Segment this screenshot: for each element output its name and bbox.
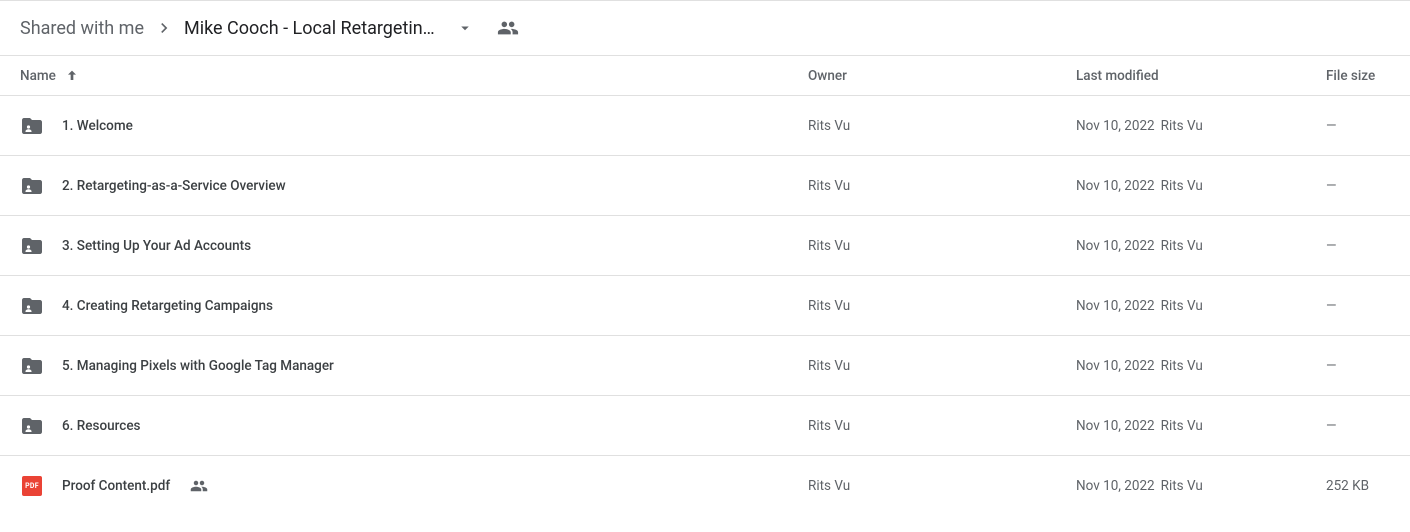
folder-row[interactable]: 6. ResourcesRits VuNov 10, 2022Rits Vu—: [0, 396, 1410, 456]
cell-owner: Rits Vu: [808, 418, 1076, 434]
cell-size: —: [1326, 298, 1390, 314]
file-name: 6. Resources: [62, 418, 141, 434]
modified-date: Nov 10, 2022: [1076, 298, 1155, 314]
cell-name: 2. Retargeting-as-a-Service Overview: [20, 174, 808, 198]
cell-owner: Rits Vu: [808, 298, 1076, 314]
breadcrumb-root[interactable]: Shared with me: [20, 18, 144, 39]
cell-name: 5. Managing Pixels with Google Tag Manag…: [20, 354, 808, 378]
cell-size: 252 KB: [1326, 478, 1390, 494]
cell-modified: Nov 10, 2022 Rits Vu: [1076, 298, 1326, 314]
cell-name: PDF Proof Content.pdf: [20, 474, 808, 498]
modified-date: Nov 10, 2022: [1076, 178, 1155, 194]
shared-folder-icon: [20, 294, 44, 318]
modified-by: Rits Vu: [1161, 118, 1203, 134]
file-name: 5. Managing Pixels with Google Tag Manag…: [62, 358, 334, 374]
cell-name: 3. Setting Up Your Ad Accounts: [20, 234, 808, 258]
modified-by: Rits Vu: [1161, 478, 1203, 494]
column-header-name-label: Name: [20, 68, 56, 84]
cell-owner: Rits Vu: [808, 178, 1076, 194]
column-header-owner[interactable]: Owner: [808, 68, 1076, 84]
file-row[interactable]: PDFProof Content.pdfRits VuNov 10, 2022R…: [0, 456, 1410, 516]
folder-row[interactable]: 1. WelcomeRits VuNov 10, 2022Rits Vu—: [0, 96, 1410, 156]
column-header-row: Name Owner Last modified File size: [0, 56, 1410, 96]
cell-owner: Rits Vu: [808, 118, 1076, 134]
modified-date: Nov 10, 2022: [1076, 478, 1155, 494]
shared-icon: [190, 477, 208, 495]
file-name: 1. Welcome: [62, 118, 133, 134]
file-name: 3. Setting Up Your Ad Accounts: [62, 238, 251, 254]
modified-date: Nov 10, 2022: [1076, 358, 1155, 374]
file-list: 1. WelcomeRits VuNov 10, 2022Rits Vu—2. …: [0, 96, 1410, 516]
column-header-size[interactable]: File size: [1326, 68, 1390, 84]
shared-folder-icon: [20, 354, 44, 378]
breadcrumb: Shared with me Mike Cooch - Local Retarg…: [0, 0, 1410, 56]
cell-size: —: [1326, 178, 1390, 194]
cell-modified: Nov 10, 2022 Rits Vu: [1076, 478, 1326, 494]
file-name: Proof Content.pdf: [62, 478, 170, 494]
arrow-up-icon: [64, 68, 80, 84]
cell-size: —: [1326, 358, 1390, 374]
folder-row[interactable]: 2. Retargeting-as-a-Service Overview Rits…: [0, 156, 1410, 216]
cell-owner: Rits Vu: [808, 238, 1076, 254]
folder-dropdown[interactable]: [451, 14, 479, 42]
cell-size: —: [1326, 238, 1390, 254]
modified-date: Nov 10, 2022: [1076, 238, 1155, 254]
cell-name: 1. Welcome: [20, 114, 808, 138]
modified-by: Rits Vu: [1161, 238, 1203, 254]
modified-date: Nov 10, 2022: [1076, 418, 1155, 434]
folder-row[interactable]: 3. Setting Up Your Ad AccountsRits VuNov…: [0, 216, 1410, 276]
file-name: 2. Retargeting-as-a-Service Overview: [62, 178, 286, 194]
shared-folder-icon: [20, 234, 44, 258]
pdf-icon: PDF: [20, 474, 44, 498]
column-header-modified[interactable]: Last modified: [1076, 68, 1326, 84]
modified-by: Rits Vu: [1161, 178, 1203, 194]
shared-folder-icon: [20, 174, 44, 198]
modified-date: Nov 10, 2022: [1076, 118, 1155, 134]
cell-owner: Rits Vu: [808, 358, 1076, 374]
shared-folder-icon: [20, 114, 44, 138]
modified-by: Rits Vu: [1161, 418, 1203, 434]
cell-name: 4. Creating Retargeting Campaigns: [20, 294, 808, 318]
cell-owner: Rits Vu: [808, 478, 1076, 494]
folder-row[interactable]: 4. Creating Retargeting Campaigns Rits Vu…: [0, 276, 1410, 336]
shared-folder-icon: [20, 414, 44, 438]
cell-modified: Nov 10, 2022 Rits Vu: [1076, 418, 1326, 434]
modified-by: Rits Vu: [1161, 298, 1203, 314]
cell-modified: Nov 10, 2022 Rits Vu: [1076, 358, 1326, 374]
cell-size: —: [1326, 418, 1390, 434]
cell-modified: Nov 10, 2022 Rits Vu: [1076, 118, 1326, 134]
file-name: 4. Creating Retargeting Campaigns: [62, 298, 273, 314]
chevron-right-icon: [154, 18, 174, 38]
modified-by: Rits Vu: [1161, 358, 1203, 374]
folder-row[interactable]: 5. Managing Pixels with Google Tag Manag…: [0, 336, 1410, 396]
cell-modified: Nov 10, 2022 Rits Vu: [1076, 238, 1326, 254]
column-header-name[interactable]: Name: [20, 68, 808, 84]
cell-name: 6. Resources: [20, 414, 808, 438]
cell-modified: Nov 10, 2022 Rits Vu: [1076, 178, 1326, 194]
breadcrumb-current[interactable]: Mike Cooch - Local Retargetin…: [184, 18, 435, 39]
cell-size: —: [1326, 118, 1390, 134]
people-icon[interactable]: [497, 17, 519, 39]
